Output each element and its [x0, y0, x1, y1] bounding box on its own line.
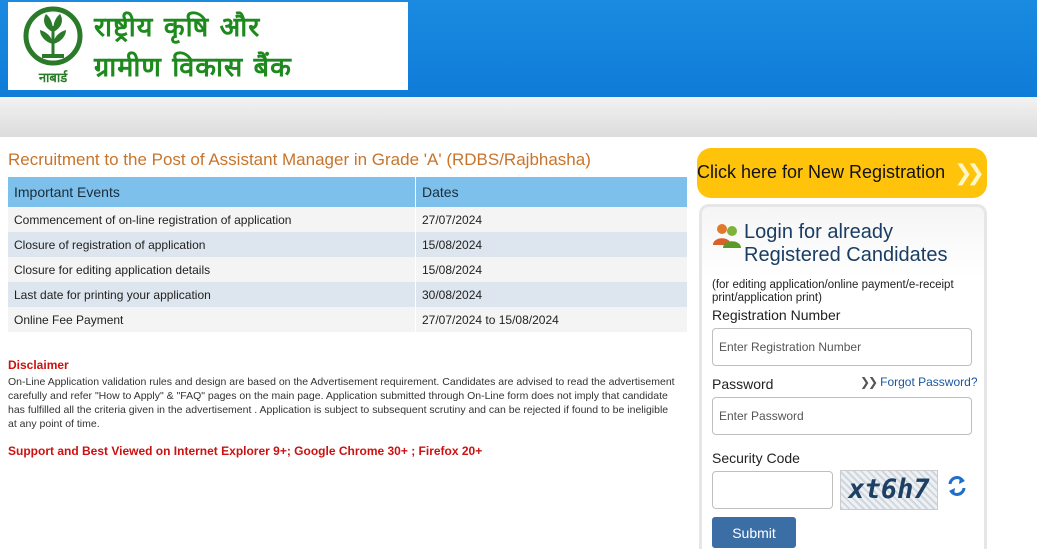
- captcha-image: xt6h7: [840, 470, 938, 510]
- table-row: Closure of registration of application 1…: [8, 232, 688, 257]
- emblem-text: नाबार्ड: [38, 71, 68, 86]
- login-title-line1: Login for already: [744, 221, 893, 243]
- password-input[interactable]: [712, 397, 972, 435]
- column-header-dates: Dates: [415, 177, 688, 207]
- date-cell: 15/08/2024: [415, 232, 688, 257]
- disclaimer-text: On-Line Application validation rules and…: [8, 376, 675, 430]
- table-row: Online Fee Payment 27/07/2024 to 15/08/2…: [8, 307, 688, 332]
- event-cell: Closure of registration of application: [8, 232, 416, 257]
- bank-name: राष्ट्रीय कृषि और ग्रामीण विकास बैंक: [94, 8, 404, 88]
- browser-support-note: Support and Best Viewed on Internet Expl…: [8, 444, 483, 458]
- table-row: Commencement of on-line registration of …: [8, 207, 688, 232]
- forgot-password-link[interactable]: ❯❯ Forgot Password?: [860, 375, 978, 389]
- table-row: Closure for editing application details …: [8, 257, 688, 282]
- new-registration-label: Click here for New Registration: [697, 162, 946, 182]
- registration-number-input[interactable]: [712, 328, 972, 366]
- login-note: (for editing application/online payment/…: [712, 279, 954, 304]
- event-cell: Commencement of on-line registration of …: [8, 207, 416, 232]
- login-title-line2: Registered Candidates: [744, 244, 948, 266]
- event-cell: Last date for printing your application: [8, 282, 416, 307]
- table-header-row: Important Events Dates: [8, 177, 688, 207]
- disclaimer-heading: Disclaimer: [8, 358, 69, 372]
- registration-number-label: Registration Number: [712, 307, 841, 323]
- date-cell: 27/07/2024: [415, 207, 688, 232]
- double-chevron-right-icon: ❯❯: [954, 160, 985, 185]
- column-header-events: Important Events: [8, 177, 416, 207]
- table-row: Last date for printing your application …: [8, 282, 688, 307]
- event-cell: Online Fee Payment: [8, 307, 416, 332]
- page-title: Recruitment to the Post of Assistant Man…: [8, 150, 591, 169]
- important-events-table: Important Events Dates Commencement of o…: [8, 177, 688, 332]
- date-cell: 30/08/2024: [415, 282, 688, 307]
- new-registration-button[interactable]: Click here for New Registration ❯❯: [697, 148, 987, 198]
- security-code-input[interactable]: [712, 471, 833, 509]
- password-label: Password: [712, 376, 774, 392]
- date-cell: 15/08/2024: [415, 257, 688, 282]
- login-title: Login for already Registered Candidates: [744, 221, 974, 267]
- date-cell: 27/07/2024 to 15/08/2024: [415, 307, 688, 332]
- bank-logo: नाबार्ड राष्ट्रीय कृषि और ग्रामीण विकास …: [8, 2, 408, 90]
- bank-name-line1: राष्ट्रीय कृषि और: [94, 12, 261, 43]
- submit-button[interactable]: Submit: [712, 517, 796, 548]
- refresh-captcha-icon[interactable]: [946, 475, 968, 497]
- login-panel: Login for already Registered Candidates …: [699, 204, 987, 549]
- bank-name-line2: ग्रामीण विकास बैंक: [94, 52, 292, 83]
- event-cell: Closure for editing application details: [8, 257, 416, 282]
- forgot-password-label: Forgot Password?: [880, 375, 978, 389]
- double-chevron-right-icon: ❯❯: [860, 375, 878, 389]
- nabard-emblem-icon: नाबार्ड: [20, 6, 86, 86]
- nav-band: [0, 97, 1037, 137]
- users-icon: [712, 221, 742, 249]
- security-code-label: Security Code: [712, 450, 800, 466]
